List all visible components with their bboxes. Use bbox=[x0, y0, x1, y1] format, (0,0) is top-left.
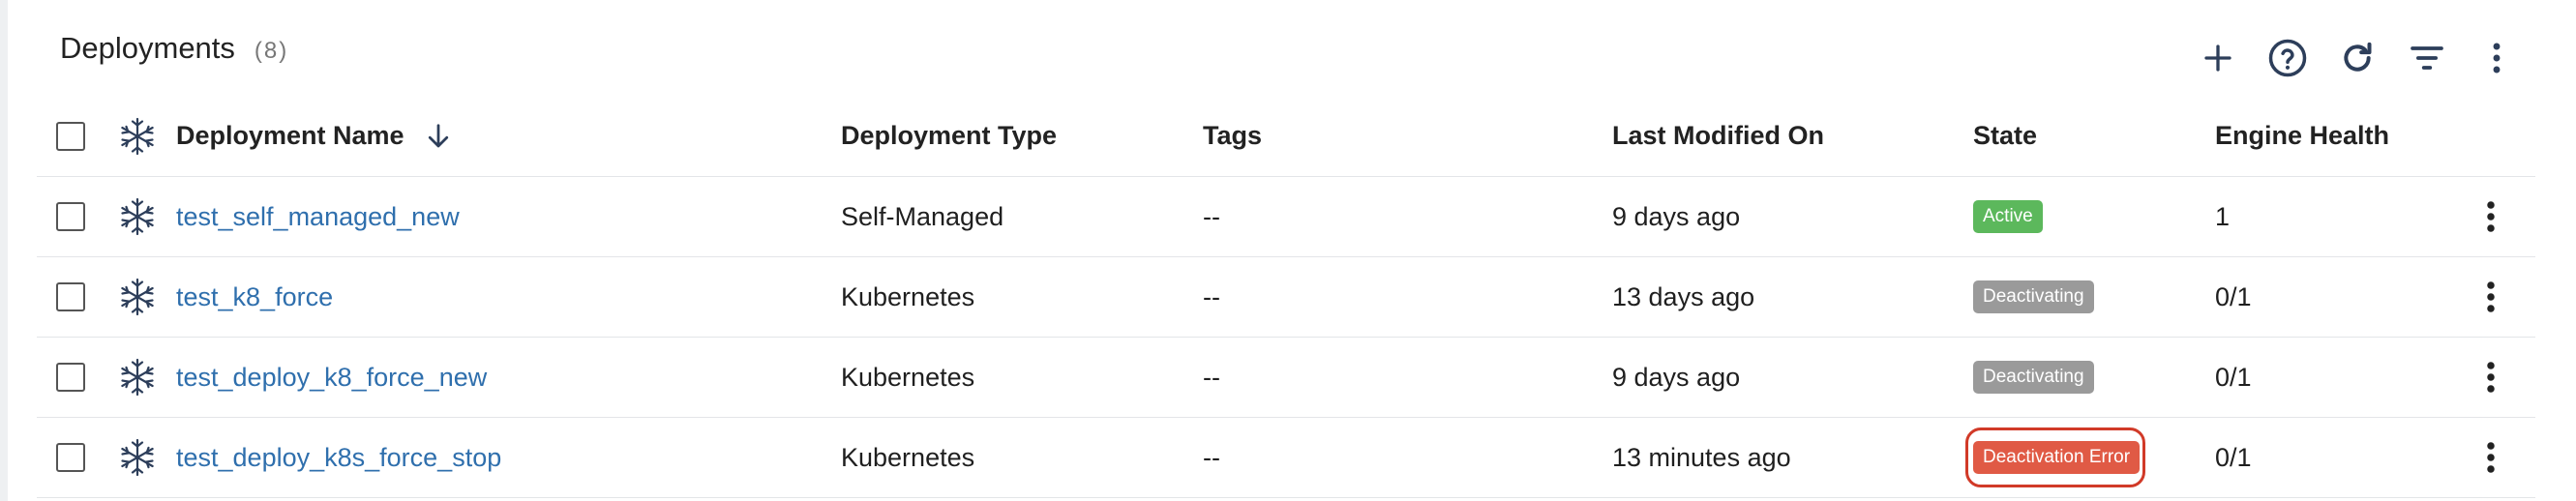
status-badge: Deactivating bbox=[1973, 280, 2094, 313]
table-row[interactable]: test_deploy_k8_force_new Kubernetes -- 9… bbox=[37, 338, 2535, 418]
deployment-type: Kubernetes bbox=[841, 362, 975, 392]
last-modified: 13 minutes ago bbox=[1612, 442, 1791, 472]
row-kebab-menu-icon[interactable] bbox=[2485, 360, 2497, 395]
toolbar bbox=[2172, 35, 2520, 81]
column-header-name-label: Deployment Name bbox=[176, 121, 404, 150]
deployment-type: Kubernetes bbox=[841, 442, 975, 472]
deployment-count: (8) bbox=[254, 38, 289, 64]
deployment-snowflake-icon bbox=[121, 438, 154, 477]
deployment-tags: -- bbox=[1203, 201, 1220, 231]
deployment-snowflake-icon bbox=[121, 117, 154, 155]
deployment-snowflake-icon bbox=[121, 197, 154, 236]
table-row[interactable]: test_self_managed_new Self-Managed -- 9 … bbox=[37, 177, 2535, 257]
row-checkbox[interactable] bbox=[56, 202, 85, 231]
plus-icon bbox=[2204, 44, 2232, 72]
engine-health: 0/1 bbox=[2215, 281, 2252, 311]
deployment-name-link[interactable]: test_k8_force bbox=[176, 282, 333, 312]
column-header-name[interactable]: Deployment Name bbox=[176, 96, 453, 176]
last-modified: 9 days ago bbox=[1612, 362, 1741, 392]
column-header-health[interactable]: Engine Health bbox=[2215, 96, 2389, 176]
column-header-type[interactable]: Deployment Type bbox=[841, 96, 1057, 176]
column-header-modified[interactable]: Last Modified On bbox=[1612, 96, 1824, 176]
filter-button[interactable] bbox=[2404, 35, 2450, 81]
sort-descending-icon[interactable] bbox=[424, 121, 453, 152]
help-button[interactable] bbox=[2264, 35, 2311, 81]
table-row[interactable]: test_k8_force Kubernetes -- 13 days ago … bbox=[37, 257, 2535, 338]
row-checkbox[interactable] bbox=[56, 443, 85, 472]
deployment-name-link[interactable]: test_deploy_k8s_force_stop bbox=[176, 443, 501, 473]
engine-health: 0/1 bbox=[2215, 442, 2252, 472]
deployment-tags: -- bbox=[1203, 281, 1220, 311]
last-modified: 13 days ago bbox=[1612, 281, 1755, 311]
engine-health: 0/1 bbox=[2215, 362, 2252, 392]
row-checkbox[interactable] bbox=[56, 282, 85, 311]
deployment-tags: -- bbox=[1203, 362, 1220, 392]
deployment-tags: -- bbox=[1203, 442, 1220, 472]
state-highlight-wrapper: Deactivation Error bbox=[1965, 418, 2145, 497]
refresh-icon bbox=[2344, 42, 2372, 72]
page-title: Deployments bbox=[60, 31, 235, 65]
row-kebab-menu-icon[interactable] bbox=[2485, 440, 2497, 475]
add-button[interactable] bbox=[2195, 35, 2241, 81]
help-circle-icon bbox=[2268, 39, 2307, 77]
deployment-type: Self-Managed bbox=[841, 201, 1004, 231]
row-kebab-menu-icon[interactable] bbox=[2485, 199, 2497, 234]
page-header: Deployments (8) bbox=[60, 31, 288, 79]
refresh-button[interactable] bbox=[2334, 35, 2381, 81]
engine-health: 1 bbox=[2215, 201, 2231, 231]
more-options-button[interactable] bbox=[2473, 35, 2520, 81]
filter-icon bbox=[2411, 46, 2443, 70]
column-header-state[interactable]: State bbox=[1973, 96, 2037, 176]
deployment-name-link[interactable]: test_self_managed_new bbox=[176, 202, 460, 232]
error-highlight-outline bbox=[1965, 427, 2145, 487]
deployment-type: Kubernetes bbox=[841, 281, 975, 311]
column-header-tags[interactable]: Tags bbox=[1203, 96, 1262, 176]
kebab-menu-icon bbox=[2493, 43, 2501, 74]
left-border bbox=[0, 0, 8, 501]
row-kebab-menu-icon[interactable] bbox=[2485, 280, 2497, 314]
status-badge: Active bbox=[1973, 200, 2043, 233]
deployments-table: Deployment Name Deployment Type Tags Las… bbox=[37, 96, 2535, 498]
deployments-page: Deployments (8) Deployment Name Deployme… bbox=[0, 0, 2576, 501]
status-badge: Deactivating bbox=[1973, 361, 2094, 394]
table-row[interactable]: test_deploy_k8s_force_stop Kubernetes --… bbox=[37, 418, 2535, 498]
deployment-snowflake-icon bbox=[121, 358, 154, 397]
last-modified: 9 days ago bbox=[1612, 201, 1741, 231]
row-checkbox[interactable] bbox=[56, 363, 85, 392]
table-header-row: Deployment Name Deployment Type Tags Las… bbox=[37, 96, 2535, 177]
deployment-name-link[interactable]: test_deploy_k8_force_new bbox=[176, 363, 487, 393]
deployment-snowflake-icon bbox=[121, 278, 154, 316]
select-all-checkbox[interactable] bbox=[56, 121, 85, 151]
